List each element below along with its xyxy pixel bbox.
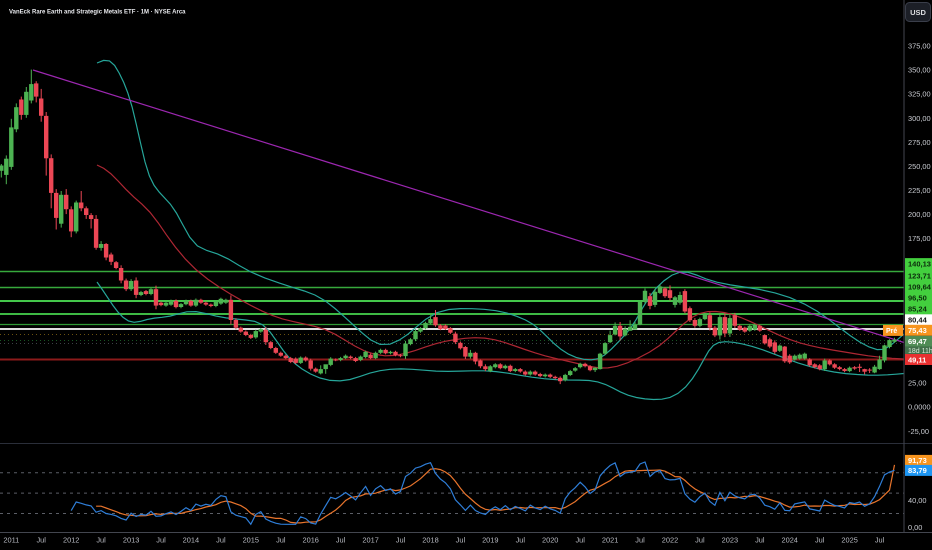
svg-text:Jul: Jul (695, 536, 705, 545)
svg-text:109,64: 109,64 (908, 283, 932, 292)
svg-text:2021: 2021 (602, 536, 618, 545)
svg-text:0,00: 0,00 (908, 523, 922, 532)
svg-text:Jul: Jul (755, 536, 765, 545)
svg-text:USD: USD (910, 8, 926, 17)
svg-text:2022: 2022 (662, 536, 678, 545)
svg-text:2020: 2020 (542, 536, 558, 545)
svg-text:Jul: Jul (875, 536, 885, 545)
svg-text:350,00: 350,00 (908, 66, 931, 75)
svg-text:2013: 2013 (123, 536, 139, 545)
svg-text:0,0000: 0,0000 (908, 403, 931, 412)
svg-text:250,00: 250,00 (908, 162, 931, 171)
svg-text:2012: 2012 (63, 536, 79, 545)
svg-text:Jul: Jul (635, 536, 645, 545)
svg-text:69,47: 69,47 (908, 337, 927, 346)
svg-text:96,50: 96,50 (908, 294, 927, 303)
svg-text:80,44: 80,44 (908, 316, 928, 325)
svg-text:300,00: 300,00 (908, 114, 931, 123)
svg-text:85,24: 85,24 (908, 305, 928, 314)
svg-text:VanEck Rare Earth and Strategi: VanEck Rare Earth and Strategic Metals E… (9, 10, 186, 16)
svg-text:2016: 2016 (302, 536, 318, 545)
svg-text:Jul: Jul (516, 536, 526, 545)
svg-text:2024: 2024 (781, 536, 797, 545)
svg-text:40,00: 40,00 (908, 496, 927, 505)
svg-text:49,11: 49,11 (908, 355, 926, 364)
svg-text:Jul: Jul (336, 536, 346, 545)
svg-text:Jul: Jul (156, 536, 166, 545)
svg-text:375,00: 375,00 (908, 42, 931, 51)
svg-text:325,00: 325,00 (908, 90, 931, 99)
svg-text:Jul: Jul (396, 536, 406, 545)
svg-text:83,79: 83,79 (908, 466, 927, 475)
svg-text:Jul: Jul (456, 536, 466, 545)
svg-text:2019: 2019 (482, 536, 498, 545)
svg-text:140,13: 140,13 (908, 260, 931, 269)
svg-text:2015: 2015 (243, 536, 259, 545)
svg-text:Jul: Jul (575, 536, 585, 545)
svg-text:Jul: Jul (36, 536, 46, 545)
svg-text:2017: 2017 (362, 536, 378, 545)
svg-text:2014: 2014 (183, 536, 199, 545)
svg-text:91,73: 91,73 (908, 456, 927, 465)
svg-text:Jul: Jul (216, 536, 226, 545)
svg-text:25,00: 25,00 (908, 379, 927, 388)
svg-text:225,00: 225,00 (908, 186, 931, 195)
svg-text:2023: 2023 (722, 536, 738, 545)
svg-text:Jul: Jul (96, 536, 106, 545)
svg-text:2025: 2025 (841, 536, 857, 545)
svg-text:75,43: 75,43 (908, 326, 927, 335)
svg-text:123,71: 123,71 (908, 272, 931, 281)
svg-text:-25,00: -25,00 (908, 427, 929, 436)
svg-text:2011: 2011 (3, 536, 19, 545)
svg-text:200,00: 200,00 (908, 210, 931, 219)
svg-text:175,00: 175,00 (908, 234, 931, 243)
svg-text:Jul: Jul (815, 536, 825, 545)
svg-text:275,00: 275,00 (908, 138, 931, 147)
svg-text:Jul: Jul (276, 536, 286, 545)
svg-text:2018: 2018 (422, 536, 438, 545)
svg-text:Pré: Pré (886, 328, 897, 335)
